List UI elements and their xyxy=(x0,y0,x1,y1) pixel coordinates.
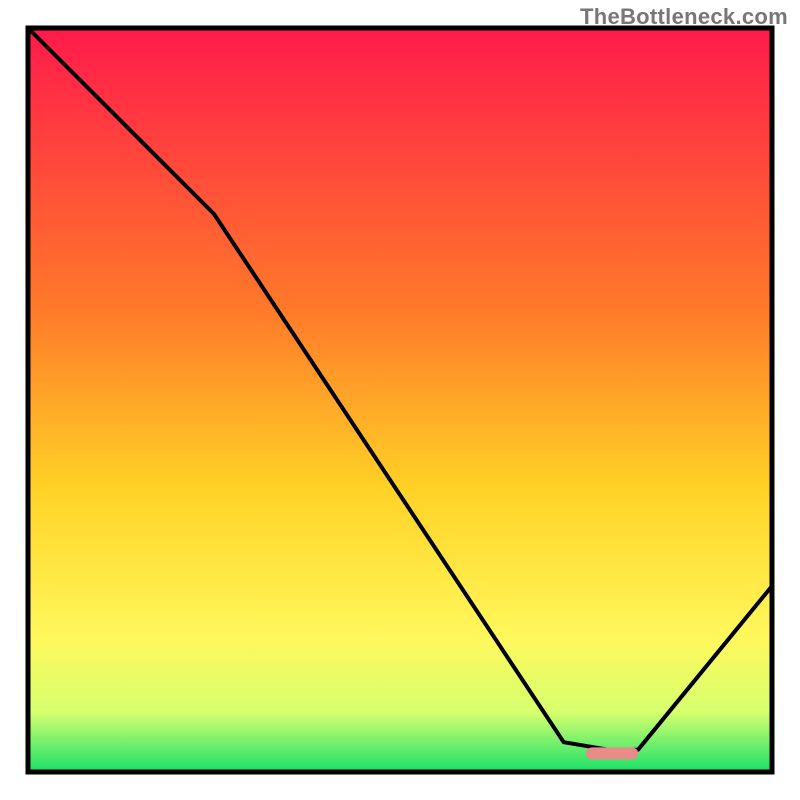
bottleneck-chart xyxy=(0,0,800,800)
chart-container: TheBottleneck.com xyxy=(0,0,800,800)
optimum-marker xyxy=(586,747,638,759)
